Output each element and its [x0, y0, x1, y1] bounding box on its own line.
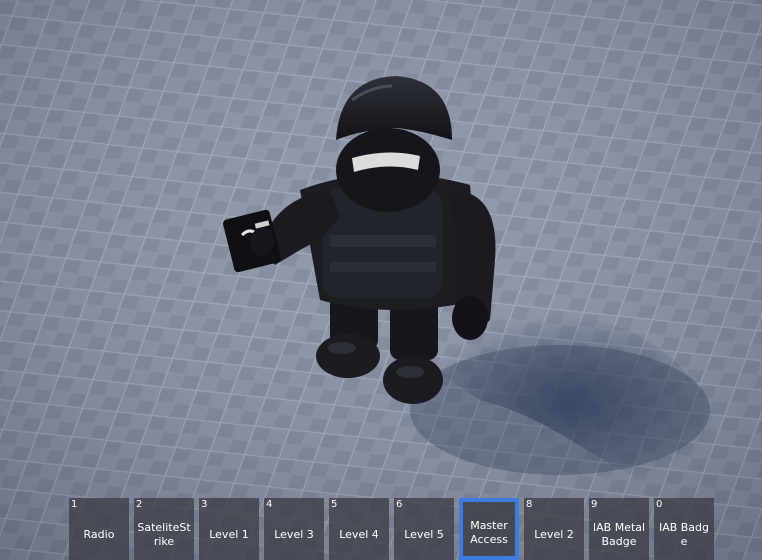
hotbar-slot-key: 4	[266, 499, 273, 510]
hotbar-slot-key: 2	[136, 499, 143, 510]
hotbar-slot-key: 3	[201, 499, 208, 510]
hotbar-slot-label: Level 1	[209, 528, 249, 541]
hotbar: 1 Radio 2 SateliteStrike 3 Level 1 4 Level 3 5 Le…	[69, 498, 717, 560]
hotbar-slot-label: Level 5	[404, 528, 444, 541]
hotbar-slot-label: Level 2	[534, 528, 574, 541]
hotbar-slot[interactable]: 4 Level 3	[264, 498, 324, 560]
hotbar-slot-label: Radio	[83, 528, 115, 541]
hotbar-slot-label: IAB Metal Badge	[592, 521, 646, 548]
hotbar-slot-key: 5	[331, 499, 338, 510]
game-viewport[interactable]	[0, 0, 762, 560]
head	[336, 128, 440, 212]
left-boot	[316, 334, 380, 378]
hotbar-slot-key: 6	[396, 499, 403, 510]
hotbar-slot[interactable]: Master Access	[459, 498, 519, 560]
hotbar-slot-label: Master Access	[470, 519, 508, 546]
hotbar-slot-key: 1	[71, 499, 78, 510]
hotbar-slot-key: 0	[656, 499, 663, 510]
hotbar-slot[interactable]: 6 Level 5	[394, 498, 454, 560]
right-boot	[383, 356, 443, 404]
hotbar-slot[interactable]: 5 Level 4	[329, 498, 389, 560]
hotbar-slot[interactable]: 2 SateliteStrike	[134, 498, 194, 560]
hotbar-slot-label: IAB Badge	[658, 521, 710, 548]
hotbar-slot[interactable]: 9 IAB Metal Badge	[589, 498, 649, 560]
hotbar-slot-label: SateliteStrike	[137, 521, 191, 548]
hotbar-slot-key: 8	[526, 499, 533, 510]
hotbar-slot-label: Level 4	[339, 528, 379, 541]
hotbar-slot-key: 9	[591, 499, 598, 510]
hotbar-slot[interactable]: 3 Level 1	[199, 498, 259, 560]
hotbar-slot[interactable]: 0 IAB Badge	[654, 498, 714, 560]
hotbar-slot[interactable]: 1 Radio	[69, 498, 129, 560]
hotbar-slot[interactable]: 8 Level 2	[524, 498, 584, 560]
hotbar-slot-label: Level 3	[274, 528, 314, 541]
